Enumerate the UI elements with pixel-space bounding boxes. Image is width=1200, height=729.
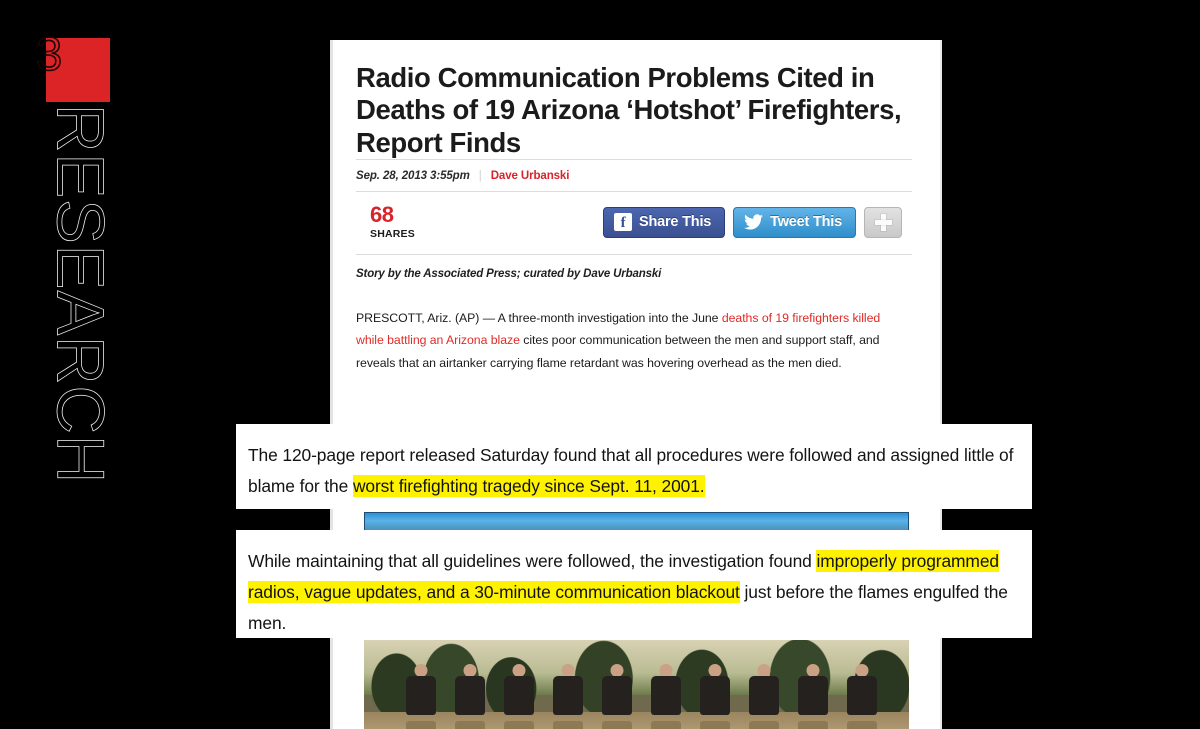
figure-legs	[455, 720, 485, 729]
figure-body	[651, 676, 681, 716]
figure-legs	[700, 720, 730, 729]
photo-figure	[843, 664, 881, 729]
share-count-block: 68 SHARES	[356, 202, 415, 241]
story-credit: Story by the Associated Press; curated b…	[356, 268, 662, 281]
byline-separator: |	[478, 170, 482, 183]
photo-figure	[794, 664, 832, 729]
photo-figure	[647, 664, 685, 729]
figure-body	[798, 676, 828, 716]
brand-vertical-label: RESEARCH	[42, 104, 118, 485]
figure-legs	[504, 720, 534, 729]
share-count-label: SHARES	[370, 228, 415, 241]
figure-legs	[406, 720, 436, 729]
twitter-share-button[interactable]: Tweet This	[733, 206, 856, 238]
brand-vertical-wrap: RESEARCH	[0, 0, 160, 729]
photo-figure	[402, 664, 440, 729]
plus-icon	[874, 213, 892, 231]
share-buttons: f Share This Tweet This	[603, 206, 912, 238]
facebook-share-button[interactable]: f Share This	[603, 206, 726, 238]
callout-one-highlight: worst firefighting tragedy since Sept. 1…	[352, 474, 705, 497]
article-content: Radio Communication Problems Cited in De…	[356, 50, 912, 387]
facebook-share-label: Share This	[639, 214, 712, 231]
callout-two-text: While maintaining that all guidelines we…	[248, 546, 1020, 639]
photo-figure	[549, 664, 587, 729]
share-count-value: 68	[370, 202, 394, 228]
callout-box-two: While maintaining that all guidelines we…	[236, 530, 1032, 638]
figure-body	[847, 676, 877, 716]
figure-legs	[798, 720, 828, 729]
lede-part-1: PRESCOTT, Ariz. (AP) — A three-month inv…	[356, 310, 722, 325]
figure-legs	[847, 720, 877, 729]
figure-body	[749, 676, 779, 716]
photo-figure	[745, 664, 783, 729]
callout-two-before: While maintaining that all guidelines we…	[248, 551, 817, 571]
figure-legs	[749, 720, 779, 729]
figure-legs	[651, 720, 681, 729]
article-photo	[364, 640, 909, 729]
photo-figure	[598, 664, 636, 729]
more-share-options-button[interactable]	[864, 206, 902, 238]
photo-figure	[500, 664, 538, 729]
byline-author-link[interactable]: Dave Urbanski	[491, 170, 570, 182]
article-lede-paragraph: PRESCOTT, Ariz. (AP) — A three-month inv…	[356, 295, 908, 375]
photo-figure	[696, 664, 734, 729]
brand-rail: 3 RESEARCH	[0, 0, 160, 729]
share-row: 68 SHARES f Share This Tweet This	[356, 192, 912, 254]
byline: Sep. 28, 2013 3:55pm | Dave Urbanski	[356, 160, 912, 191]
twitter-share-label: Tweet This	[770, 214, 842, 231]
callout-one-text: The 120-page report released Saturday fo…	[248, 440, 1020, 502]
figure-legs	[602, 720, 632, 729]
page-title: Radio Communication Problems Cited in De…	[356, 62, 902, 158]
byline-date: Sep. 28, 2013 3:55pm	[356, 170, 470, 183]
facebook-icon: f	[614, 213, 632, 232]
figure-body	[504, 676, 534, 716]
figure-body	[700, 676, 730, 716]
figure-body	[406, 676, 436, 716]
figure-body	[553, 676, 583, 716]
figure-body	[602, 676, 632, 716]
figure-legs	[553, 720, 583, 729]
callout-box-one: The 120-page report released Saturday fo…	[236, 424, 1032, 509]
twitter-bird-icon	[744, 214, 764, 231]
figure-body	[455, 676, 485, 716]
photo-figure	[451, 664, 489, 729]
